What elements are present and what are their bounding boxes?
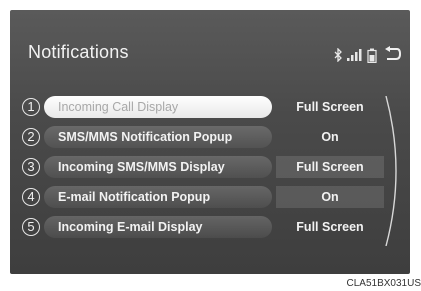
item-number-badge: 1 — [22, 98, 40, 116]
item-number-badge: 5 — [22, 218, 40, 236]
signal-icon — [347, 49, 362, 61]
sms-mms-notification-popup-button[interactable]: SMS/MMS Notification Popup — [44, 126, 272, 148]
list-item[interactable]: 3 Incoming SMS/MMS Display Full Screen — [10, 154, 410, 184]
email-notification-popup-button[interactable]: E-mail Notification Popup — [44, 186, 272, 208]
item-value: On — [276, 186, 384, 208]
scroll-arc-indicator — [385, 96, 397, 246]
incoming-call-display-button[interactable]: Incoming Call Display — [44, 96, 272, 118]
back-arrow-icon[interactable] — [382, 46, 402, 62]
bluetooth-icon — [334, 48, 342, 62]
item-value: Full Screen — [296, 100, 364, 114]
list-item[interactable]: 2 SMS/MMS Notification Popup On — [10, 124, 410, 154]
incoming-sms-mms-display-button[interactable]: Incoming SMS/MMS Display — [44, 156, 272, 178]
figure-caption: CLA51BX031US — [346, 278, 421, 289]
page-title: Notifications — [28, 42, 129, 62]
item-value: Full Screen — [296, 220, 364, 234]
list-item[interactable]: 1 Incoming Call Display Full Screen — [10, 94, 410, 124]
battery-icon — [367, 48, 377, 63]
item-number-badge: 3 — [22, 158, 40, 176]
item-value: Full Screen — [276, 156, 384, 178]
notifications-screen: Notifications 1 Incoming Call Display Fu… — [10, 10, 410, 274]
item-value: On — [321, 130, 339, 144]
list-item[interactable]: 5 Incoming E-mail Display Full Screen — [10, 214, 410, 244]
item-number-badge: 4 — [22, 188, 40, 206]
list-item[interactable]: 4 E-mail Notification Popup On — [10, 184, 410, 214]
item-number-badge: 2 — [22, 128, 40, 146]
incoming-email-display-button[interactable]: Incoming E-mail Display — [44, 216, 272, 238]
